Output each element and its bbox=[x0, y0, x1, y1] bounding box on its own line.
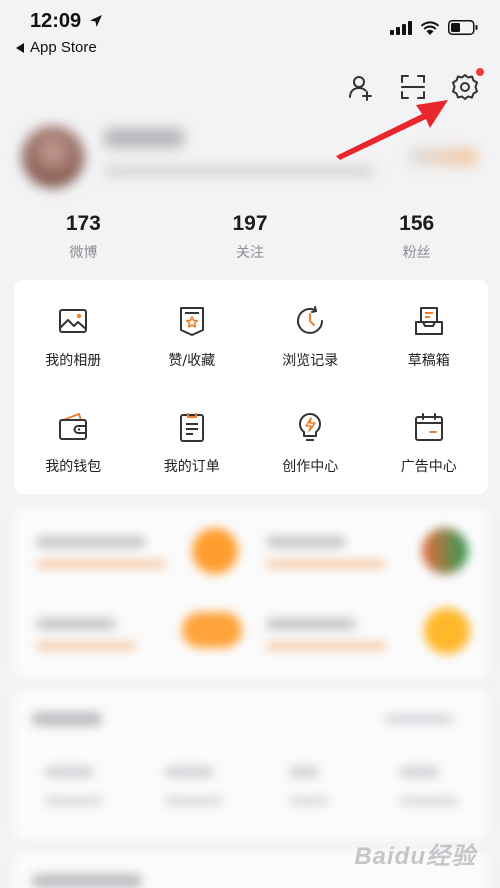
menu-item-album[interactable]: 我的相册 bbox=[14, 280, 133, 386]
favorites-icon bbox=[179, 307, 204, 336]
back-to-app-store-link[interactable]: App Store bbox=[16, 39, 97, 56]
stat-following[interactable]: 197 关注 bbox=[167, 212, 334, 262]
drafts-icon bbox=[414, 307, 443, 335]
stat-value: 197 bbox=[232, 212, 268, 235]
stat-label: 关注 bbox=[236, 245, 264, 261]
stat-value: 156 bbox=[399, 212, 435, 235]
feature-menu-card: 我的相册 赞/收藏 浏览记录 草稿箱 我的钱包 我的订单 创作中心 广告中心 bbox=[14, 280, 488, 494]
blurred-recommendation-cards bbox=[14, 508, 488, 678]
wallet-icon bbox=[59, 413, 88, 440]
stat-label: 微博 bbox=[69, 245, 98, 261]
baidu-jingyan-watermark: Baidu经验 bbox=[354, 843, 476, 870]
history-icon bbox=[297, 306, 324, 334]
avatar[interactable] bbox=[22, 126, 84, 188]
menu-label: 赞/收藏 bbox=[168, 353, 216, 369]
profile-subtitle-blurred bbox=[104, 166, 374, 176]
menu-label: 我的钱包 bbox=[45, 459, 102, 475]
wifi-icon bbox=[420, 20, 440, 35]
menu-item-creator-center[interactable]: 创作中心 bbox=[251, 386, 370, 492]
annotation-arrow bbox=[336, 100, 448, 160]
menu-item-orders[interactable]: 我的订单 bbox=[133, 386, 252, 492]
status-indicators bbox=[390, 20, 478, 35]
menu-label: 我的相册 bbox=[45, 353, 102, 369]
menu-label: 草稿箱 bbox=[407, 353, 450, 369]
back-triangle-icon bbox=[16, 42, 24, 53]
menu-item-history[interactable]: 浏览记录 bbox=[251, 280, 370, 386]
status-time: 12:09 bbox=[30, 10, 82, 32]
location-arrow-icon bbox=[90, 15, 102, 27]
menu-label: 广告中心 bbox=[400, 459, 457, 475]
stat-weibo[interactable]: 173 微博 bbox=[0, 212, 167, 262]
creator-center-icon bbox=[299, 413, 322, 441]
stat-label: 粉丝 bbox=[402, 245, 431, 261]
menu-item-wallet[interactable]: 我的钱包 bbox=[14, 386, 133, 492]
menu-item-ad-center[interactable]: 广告中心 bbox=[370, 386, 489, 492]
blurred-tools-section bbox=[14, 690, 488, 840]
back-app-label: App Store bbox=[30, 39, 97, 56]
menu-label: 我的订单 bbox=[163, 459, 220, 475]
cellular-signal-icon bbox=[390, 20, 412, 35]
menu-label: 创作中心 bbox=[282, 459, 339, 475]
menu-item-drafts[interactable]: 草稿箱 bbox=[370, 280, 489, 386]
menu-item-likes-favorites[interactable]: 赞/收藏 bbox=[133, 280, 252, 386]
status-bar: 12:09 App Store bbox=[0, 0, 500, 62]
menu-label: 浏览记录 bbox=[282, 353, 339, 369]
photo-album-icon bbox=[59, 309, 88, 333]
orders-icon bbox=[179, 413, 204, 442]
ad-center-icon bbox=[414, 413, 443, 441]
stat-value: 173 bbox=[65, 212, 101, 235]
stat-followers[interactable]: 156 粉丝 bbox=[333, 212, 500, 262]
settings-notification-dot bbox=[476, 68, 484, 76]
profile-stats: 173 微博 197 关注 156 粉丝 bbox=[0, 212, 500, 262]
username-blurred bbox=[104, 128, 184, 148]
battery-icon bbox=[448, 20, 478, 35]
